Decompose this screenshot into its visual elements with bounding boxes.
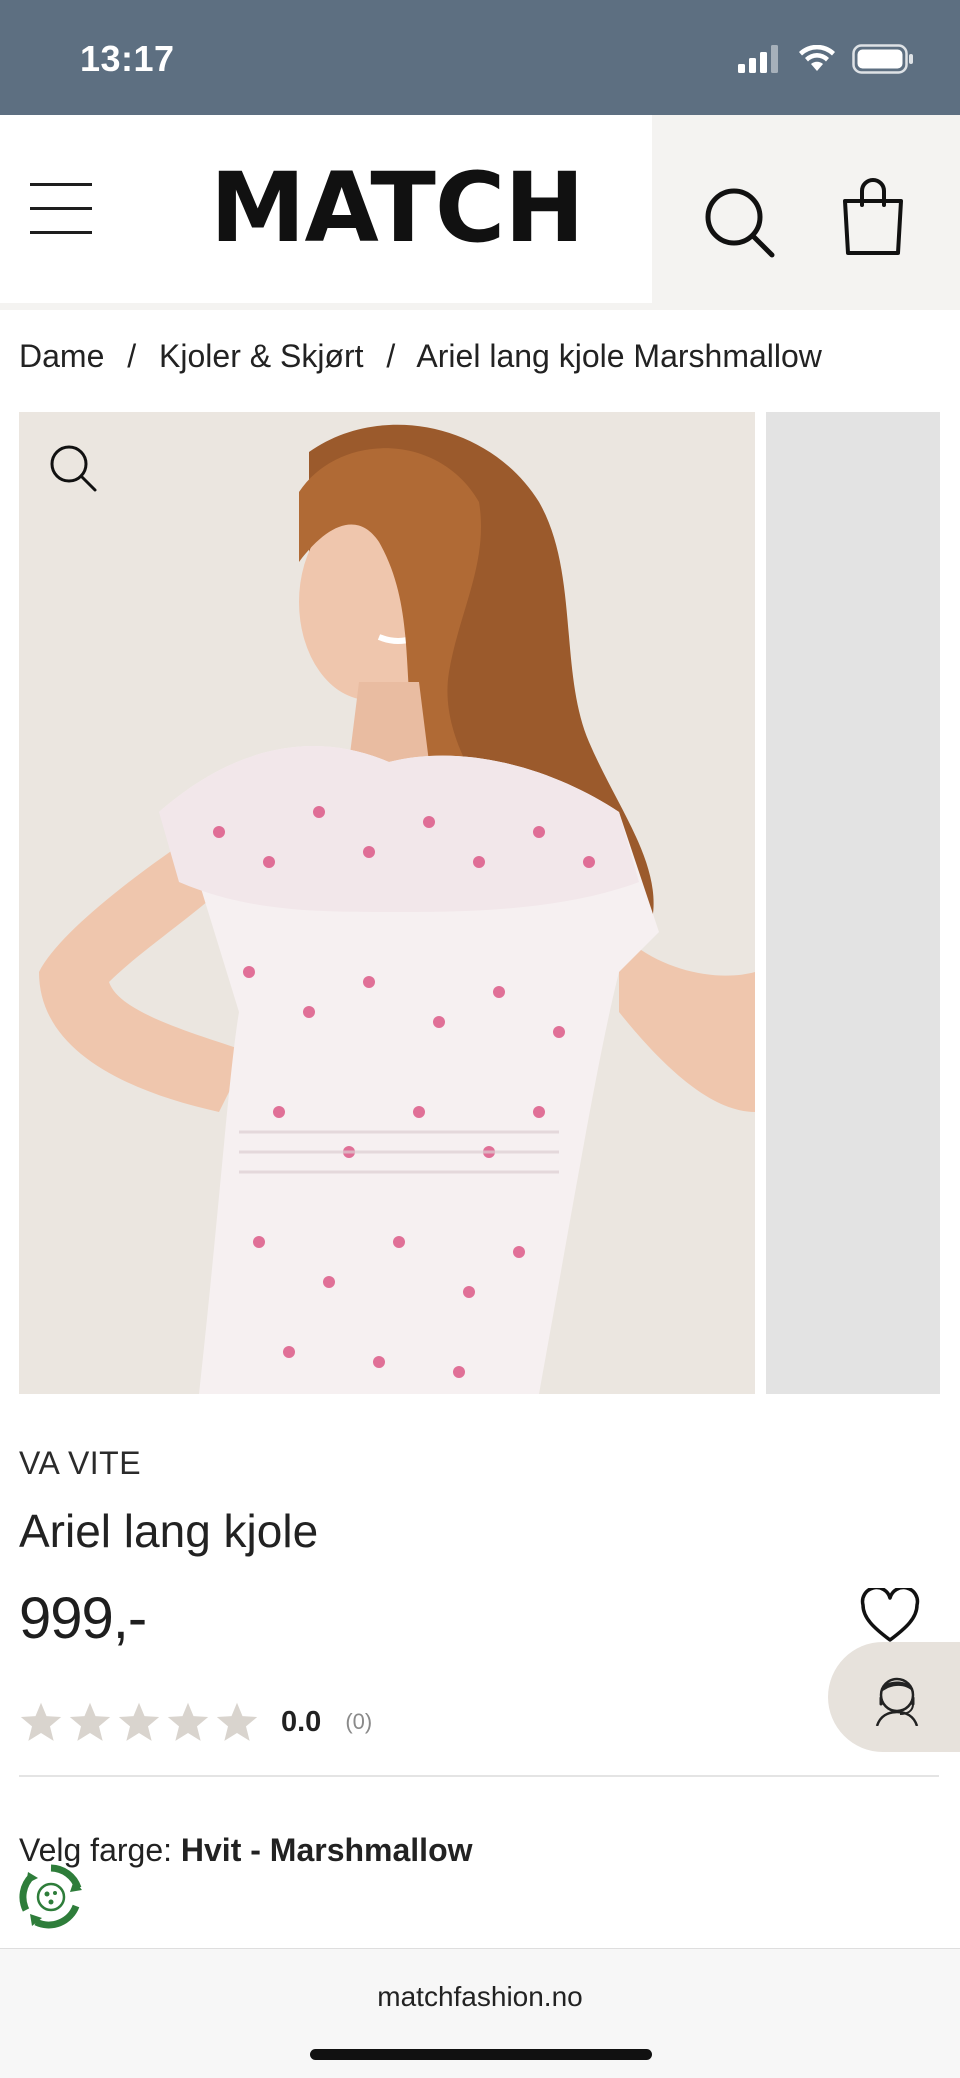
- section-divider: [19, 1775, 939, 1777]
- status-time: 13:17: [80, 38, 175, 79]
- star-icon: [20, 1702, 62, 1741]
- selected-color: Hvit - Marshmallow: [180, 1832, 473, 1868]
- header-actions: [652, 115, 960, 310]
- customer-support-button[interactable]: [828, 1642, 960, 1752]
- product-price: 999,-: [19, 1586, 147, 1651]
- url-display[interactable]: matchfashion.no: [0, 1981, 960, 2013]
- star-icon: [118, 1702, 160, 1741]
- product-brand[interactable]: VA VITE: [19, 1445, 141, 1482]
- match-logo[interactable]: MATCH: [210, 160, 585, 256]
- color-selector-label: Velg farge: Hvit - Marshmallow: [19, 1832, 473, 1869]
- recycle-eco-icon[interactable]: [16, 1862, 86, 1932]
- browser-bottom-bar: matchfashion.no: [0, 1948, 960, 2078]
- search-icon[interactable]: [700, 183, 780, 263]
- breadcrumb-separator: /: [386, 338, 396, 374]
- next-product-image[interactable]: [766, 412, 940, 1394]
- product-rating[interactable]: 0.0 (0): [19, 1700, 372, 1744]
- breadcrumb-link-dame[interactable]: Dame: [19, 338, 104, 374]
- breadcrumb-link-kjoler[interactable]: Kjoler & Skjørt: [159, 338, 363, 374]
- site-header: MATCH: [0, 115, 960, 310]
- support-agent-icon: [875, 1677, 919, 1726]
- cellular-signal-icon: [738, 45, 778, 73]
- wishlist-heart-icon[interactable]: [860, 1588, 920, 1644]
- breadcrumb: Dame / Kjoler & Skjørt / Ariel lang kjol…: [19, 338, 822, 375]
- hamburger-menu-icon[interactable]: [30, 183, 94, 237]
- star-icon: [216, 1702, 258, 1741]
- rating-count: (0): [345, 1709, 373, 1734]
- header-divider: [0, 303, 652, 310]
- home-indicator[interactable]: [310, 2049, 652, 2060]
- rating-stars: [19, 1700, 259, 1744]
- product-image[interactable]: [19, 412, 755, 1394]
- breadcrumb-separator: /: [127, 338, 137, 374]
- star-icon: [167, 1702, 209, 1741]
- status-bar: 13:17: [0, 0, 960, 115]
- breadcrumb-current: Ariel lang kjole Marshmallow: [416, 338, 822, 374]
- product-name: Ariel lang kjole: [19, 1505, 319, 1557]
- zoom-icon[interactable]: [47, 442, 99, 494]
- battery-icon: [852, 44, 913, 74]
- wifi-icon: [799, 45, 835, 71]
- product-photo: [19, 412, 755, 1394]
- shopping-bag-icon[interactable]: [840, 177, 906, 257]
- header-left: MATCH: [0, 115, 652, 303]
- status-icons: [738, 44, 914, 74]
- rating-value: 0.0: [281, 1705, 322, 1738]
- star-icon: [69, 1702, 111, 1741]
